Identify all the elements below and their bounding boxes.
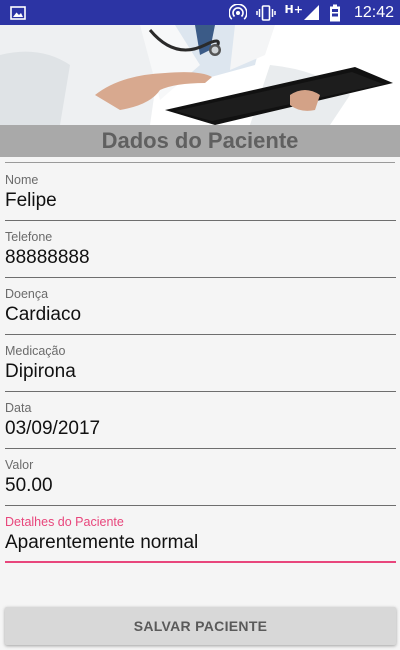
disease-input[interactable]: Cardiaco bbox=[5, 304, 81, 326]
battery-icon bbox=[329, 4, 341, 22]
divider bbox=[5, 162, 395, 163]
page-title: Dados do Paciente bbox=[101, 128, 299, 153]
save-patient-button[interactable]: SALVAR PACIENTE bbox=[5, 607, 396, 645]
date-underline bbox=[5, 448, 396, 449]
name-input[interactable]: Felipe bbox=[5, 190, 57, 212]
price-label: Valor bbox=[5, 458, 34, 472]
phone-underline bbox=[5, 277, 396, 278]
medication-input[interactable]: Dipirona bbox=[5, 361, 76, 383]
signal-icon: H+ bbox=[284, 3, 320, 21]
page-title-bar: Dados do Paciente bbox=[0, 125, 400, 157]
status-bar: H+ 12:42 bbox=[0, 0, 400, 25]
date-input[interactable]: 03/09/2017 bbox=[5, 418, 100, 440]
medication-label: Medicação bbox=[5, 344, 66, 358]
price-underline bbox=[5, 505, 396, 506]
disease-underline bbox=[5, 334, 396, 335]
name-label: Nome bbox=[5, 173, 39, 187]
medication-underline bbox=[5, 391, 396, 392]
image-notification-icon bbox=[10, 5, 26, 20]
date-label: Data bbox=[5, 401, 32, 415]
price-input[interactable]: 50.00 bbox=[5, 475, 53, 497]
disease-label: Doença bbox=[5, 287, 49, 301]
phone-label: Telefone bbox=[5, 230, 53, 244]
banner-image bbox=[0, 25, 400, 125]
phone-input[interactable]: 88888888 bbox=[5, 247, 90, 269]
patient-details-input[interactable]: Aparentemente normal bbox=[5, 532, 198, 554]
vibrate-icon bbox=[255, 4, 276, 22]
hotspot-icon bbox=[228, 3, 247, 22]
network-type-label: H+ bbox=[284, 3, 303, 16]
patient-details-underline bbox=[5, 561, 396, 563]
name-underline bbox=[5, 220, 396, 221]
patient-details-label: Detalhes do Paciente bbox=[5, 515, 124, 529]
clock: 12:42 bbox=[353, 3, 394, 21]
